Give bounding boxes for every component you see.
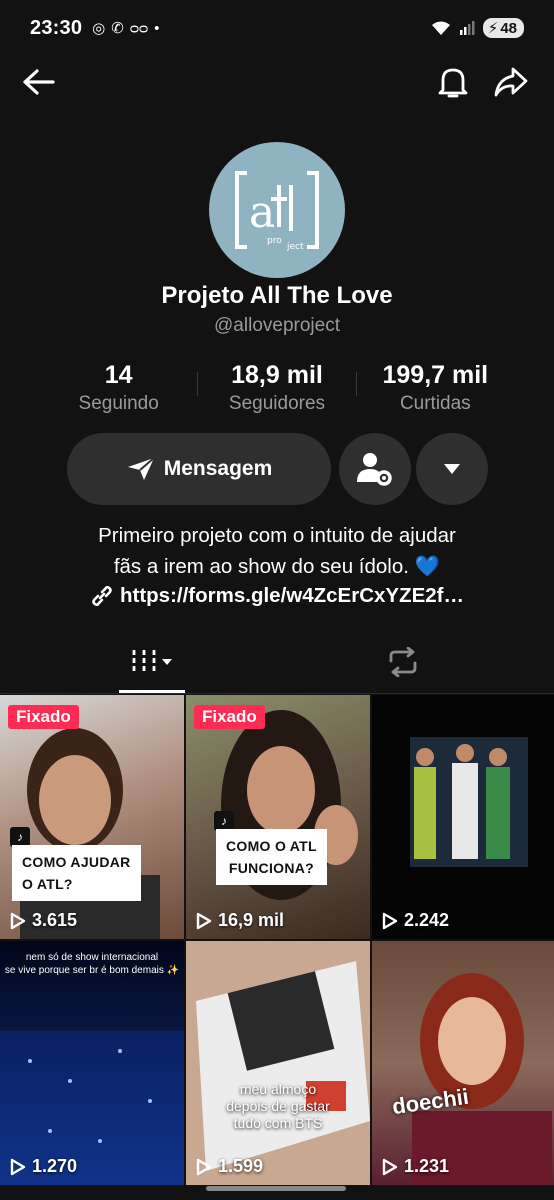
content-tabs [0,630,554,694]
person-gear-icon [357,453,392,486]
send-icon [127,457,155,480]
bell-icon [438,68,468,98]
caret-down-icon [444,464,460,474]
video-thumbnail [196,961,370,1171]
status-time: 23:30 [30,16,83,39]
video-tile[interactable]: nem só de show internacional se vive por… [0,941,184,1185]
play-icon [382,1158,398,1175]
pinned-badge: Fixado [194,705,265,729]
view-count: 3.615 [10,910,77,931]
stat-following[interactable]: 14 Seguindo [40,360,197,420]
profile-bio: Primeiro projeto com o intuito de ajudar… [0,520,554,582]
view-count: 2.242 [382,910,449,931]
signal-icon [459,21,475,35]
active-tab-indicator [119,690,185,693]
stat-value: 199,7 mil [382,361,489,389]
add-friend-settings-button[interactable] [339,433,411,505]
svg-text:pro: pro [267,236,282,246]
tiktok-logo-icon: ♪ [214,811,234,831]
tab-reposts[interactable] [370,630,436,694]
charging-icon: ⚡ [487,20,499,37]
whatsapp-icon: ✆ [111,20,124,37]
link-icon [92,585,112,607]
home-indicator[interactable] [206,1186,346,1191]
more-options-button[interactable] [416,433,488,505]
back-button[interactable] [16,60,60,104]
notifications-button[interactable] [431,60,475,104]
link-text: https://forms.gle/w4ZcErCxYZE2f… [119,584,464,607]
back-arrow-icon [23,69,55,95]
stat-label: Curtidas [399,393,471,414]
atl-logo: a pro ject [235,171,319,252]
video-tile[interactable]: doechii 1.231 [372,941,554,1185]
profile-stats: 14 Seguindo 18,9 mil Seguidores 199,7 mi… [40,360,514,420]
video-tile[interactable]: Fixado ♪ COMO O ATL FUNCIONA? 16,9 mil [186,695,370,939]
video-caption: COMO O ATL FUNCIONA? [216,829,327,885]
stat-label: Seguindo [78,393,159,414]
stat-likes[interactable]: 199,7 mil Curtidas [357,360,514,420]
profile-avatar[interactable]: a pro ject [209,142,345,278]
bio-line: fãs a irem ao show do seu ídolo. 💙 [113,555,441,578]
video-tile[interactable]: 2.242 [372,695,554,939]
play-icon [196,912,212,929]
voicemail-icon: ᴑᴑ [129,19,149,37]
video-overlay-text: meu almoço depois de gastar tudo com BTS [226,1081,330,1131]
play-icon [196,1158,212,1175]
tiktok-logo-icon: ♪ [10,827,30,847]
video-thumbnail [0,1031,184,1185]
stat-followers[interactable]: 18,9 mil Seguidores [198,360,355,420]
grid-icon [132,650,172,674]
pinned-badge: Fixado [8,705,79,729]
top-nav [0,60,554,108]
stat-value: 14 [104,361,133,389]
play-icon [10,1158,26,1175]
video-thumbnail [20,728,160,939]
status-bar: 23:30 ◎ ✆ ᴑᴑ • ⚡ 48 [0,0,554,56]
repost-icon [389,647,417,677]
share-button[interactable] [489,60,533,104]
stat-value: 18,9 mil [231,361,323,389]
video-thumbnail [410,737,528,867]
view-count: 16,9 mil [196,910,284,931]
video-thumbnail [412,973,552,1185]
message-label: Mensagem [163,457,273,480]
svg-text:ject: ject [286,242,304,252]
video-caption: COMO AJUDAR O ATL? [12,845,141,901]
message-button[interactable]: Mensagem [67,433,331,505]
bio-line: Primeiro projeto com o intuito de ajudar [98,524,456,547]
video-tile[interactable]: meu almoço depois de gastar tudo com BTS… [186,941,370,1185]
notification-icon: ◎ [92,20,106,37]
username: @alloveproject [214,315,340,336]
view-count: 1.599 [196,1156,263,1177]
battery-indicator: ⚡ 48 [482,18,524,38]
wifi-icon [431,21,450,35]
play-icon [10,912,26,929]
share-icon [494,67,528,97]
video-tile[interactable]: Fixado ♪ COMO AJUDAR O ATL? 3.615 [0,695,184,939]
tab-videos[interactable] [119,630,185,694]
display-name: Projeto All The Love [161,282,393,309]
svg-text:a: a [249,187,275,238]
play-icon [382,912,398,929]
dot-icon: • [154,19,160,37]
view-count: 1.270 [10,1156,77,1177]
view-count: 1.231 [382,1156,449,1177]
stat-label: Seguidores [228,393,326,414]
video-overlay-text: nem só de show internacional se vive por… [4,952,180,976]
bio-link[interactable]: https://forms.gle/w4ZcErCxYZE2f… [0,584,554,608]
